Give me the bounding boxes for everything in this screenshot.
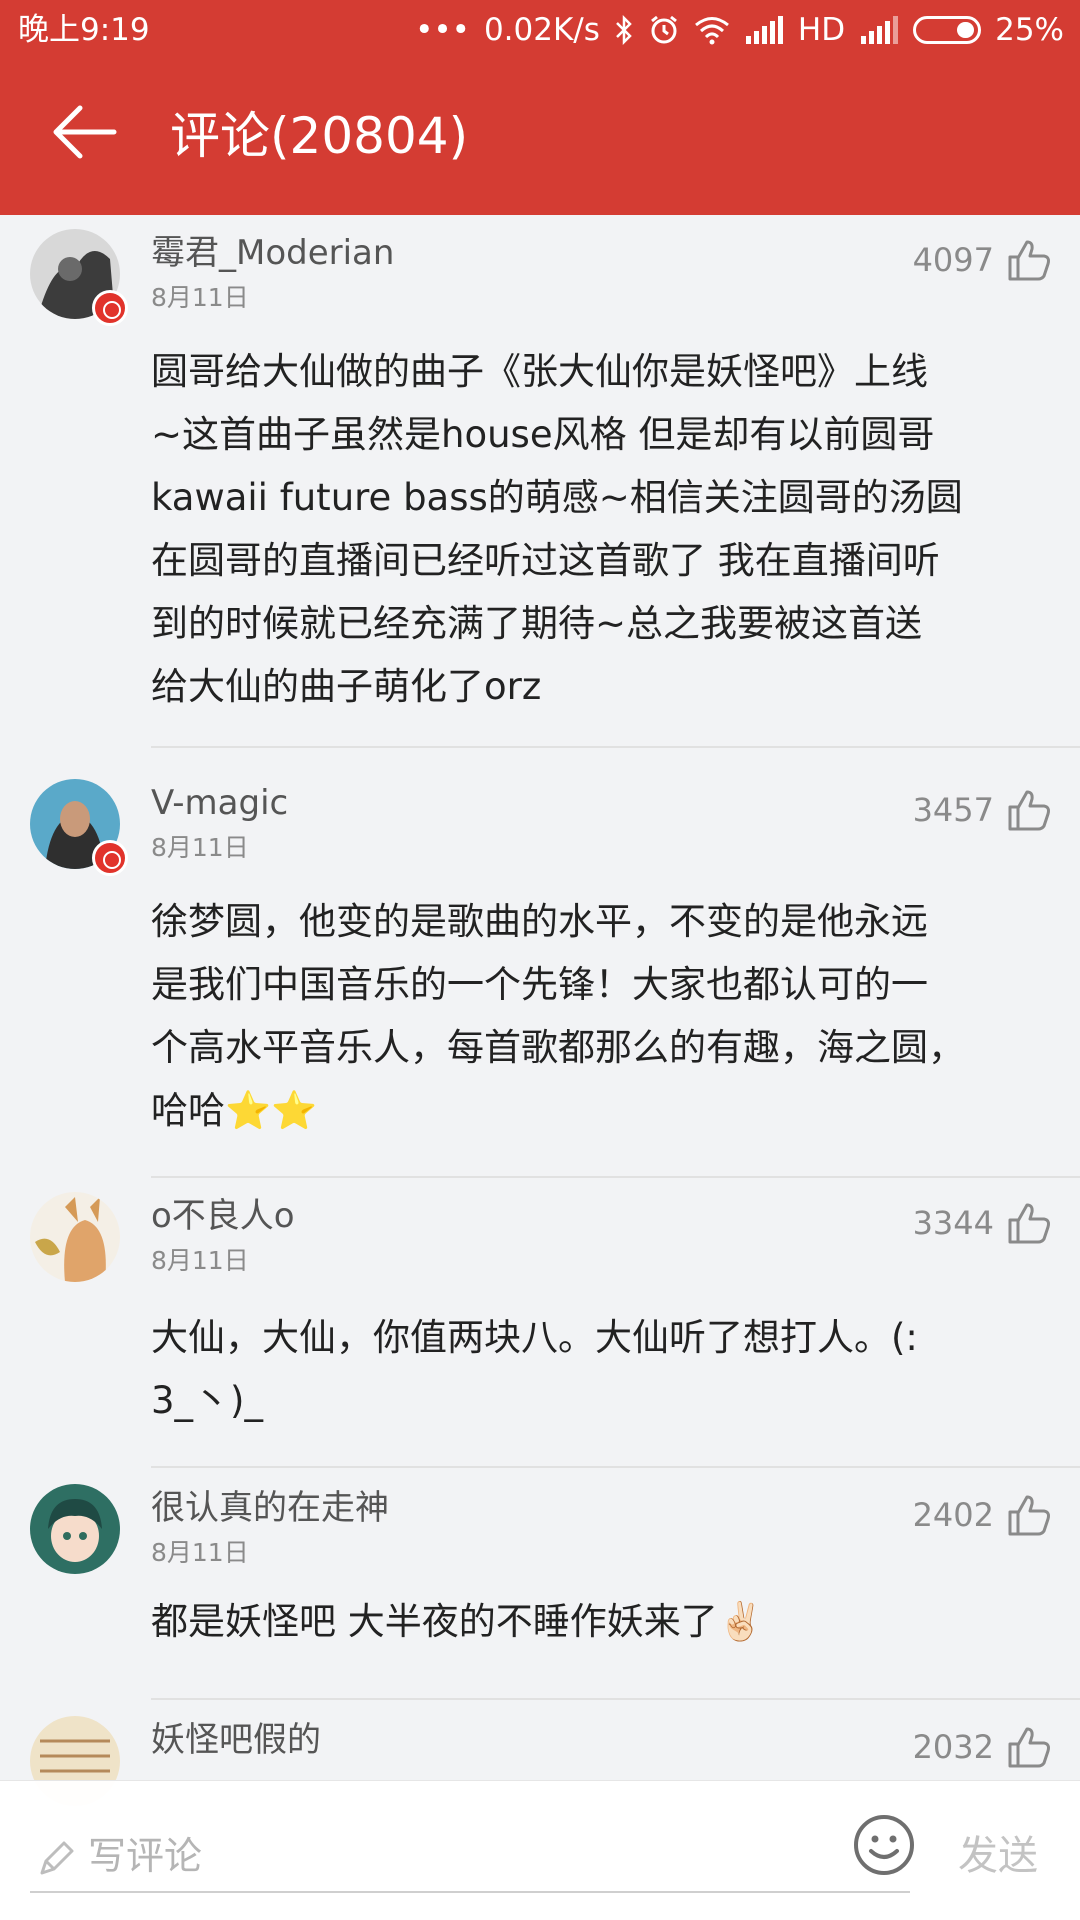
comment-line: kawaii future bass的萌感~相信关注圆哥的汤圆 (151, 476, 963, 519)
comment-line: 都是妖怪吧 大半夜的不睡作妖来了✌🏻 (151, 1600, 764, 1643)
comment-line: 圆哥给大仙做的曲子《张大仙你是妖怪吧》上线 (151, 350, 928, 393)
comment-date: 8月11日 (151, 833, 249, 862)
like-count: 3457 (912, 791, 994, 829)
comment-line: 哈哈⭐⭐ (151, 1089, 318, 1132)
comment-username[interactable]: 霉君_Moderian (151, 233, 394, 273)
avatar[interactable] (30, 1192, 120, 1282)
like-button[interactable]: 2032 (913, 1724, 1052, 1770)
like-count: 2032 (912, 1728, 994, 1766)
comment-text: 徐梦圆，他变的是歌曲的水平，不变的是他永远 是我们中国音乐的一个先锋！大家也都认… (151, 890, 1051, 1142)
status-time: 晚上9:19 (18, 12, 150, 48)
comment-line: 是我们中国音乐的一个先锋！大家也都认可的一 (151, 963, 928, 1006)
comment-line: 徐梦圆，他变的是歌曲的水平，不变的是他永远 (151, 900, 928, 943)
comment-text: 都是妖怪吧 大半夜的不睡作妖来了✌🏻 (151, 1590, 1051, 1653)
comment-date: 8月11日 (151, 1246, 249, 1275)
divider (151, 1698, 1080, 1700)
comment-line: 给大仙的曲子萌化了orz (151, 665, 542, 708)
emoji-icon[interactable] (852, 1813, 916, 1877)
comment-line: 个高水平音乐人，每首歌都那么的有趣，海之圆， (151, 1026, 965, 1069)
comment-item: V-magic 8月11日 3457 徐梦圆，他变的是歌曲的水平，不变的是他永远… (0, 765, 1080, 1178)
signal-2-icon (861, 16, 899, 44)
network-speed: 0.02K/s (483, 12, 600, 48)
like-count: 4097 (912, 241, 994, 279)
thumbs-up-icon (1008, 1203, 1050, 1244)
app-header: 晚上9:19 ••• 0.02K/s HD 25% 评论(20804) (0, 0, 1080, 215)
status-icons: ••• 0.02K/s HD 25% (415, 0, 1064, 60)
comment-line: 在圆哥的直播间已经听过这首歌了 我在直播间听 (151, 539, 940, 582)
like-count: 2402 (912, 1496, 994, 1534)
like-button[interactable]: 3344 (913, 1200, 1052, 1246)
avatar[interactable] (30, 1484, 120, 1574)
send-button[interactable]: 发送 (958, 1823, 1038, 1881)
bluetooth-icon (616, 15, 632, 45)
signal-icon (745, 16, 783, 44)
comment-text: 圆哥给大仙做的曲子《张大仙你是妖怪吧》上线 ~这首曲子虽然是house风格 但是… (151, 340, 1051, 718)
comment-text: 大仙，大仙，你值两块八。大仙听了想打人。(: 3_丶)_ (151, 1306, 1051, 1432)
comment-username[interactable]: 很认真的在走神 (151, 1488, 389, 1528)
more-dots-icon: ••• (415, 12, 470, 48)
battery-icon (913, 16, 982, 44)
music-badge-icon (92, 290, 128, 326)
comment-username[interactable]: o不良人o (151, 1196, 295, 1236)
thumbs-up-icon (1008, 1727, 1050, 1768)
like-button[interactable]: 3457 (913, 787, 1052, 833)
comment-line: ~这首曲子虽然是house风格 但是却有以前圆哥 (151, 413, 935, 456)
comment-date: 8月11日 (151, 283, 249, 312)
comment-line: 大仙，大仙，你值两块八。大仙听了想打人。(: (151, 1316, 918, 1359)
comment-item: 很认真的在走神 8月11日 2402 都是妖怪吧 大半夜的不睡作妖来了✌🏻 (0, 1470, 1080, 1700)
pencil-icon (40, 1841, 74, 1875)
comment-username[interactable]: V-magic (151, 783, 288, 823)
thumbs-up-icon (1008, 790, 1050, 831)
hd-indicator: HD (797, 12, 846, 48)
comment-item: 霉君_Moderian 8月11日 4097 圆哥给大仙做的曲子《张大仙你是妖怪… (0, 215, 1080, 748)
music-badge-icon (92, 840, 128, 876)
alarm-icon (650, 15, 677, 44)
thumbs-up-icon (1008, 240, 1050, 281)
back-arrow-icon[interactable] (48, 102, 118, 162)
page-title: 评论(20804) (170, 107, 469, 165)
divider (151, 746, 1080, 748)
comment-line: 3_丶)_ (151, 1379, 263, 1422)
write-comment-input[interactable]: 写评论 (88, 1825, 202, 1880)
comment-date: 8月11日 (151, 1538, 249, 1567)
app-bar: 评论(20804) (0, 60, 1080, 215)
wifi-icon (694, 17, 729, 45)
divider (151, 1466, 1080, 1468)
battery-percent: 25% (995, 12, 1064, 48)
like-button[interactable]: 4097 (913, 237, 1052, 283)
input-underline (30, 1891, 910, 1893)
comment-username[interactable]: 妖怪吧假的 (151, 1720, 321, 1760)
comment-composer: 写评论 发送 (0, 1780, 1080, 1920)
like-count: 3344 (912, 1204, 994, 1242)
comment-item: o不良人o 8月11日 3344 大仙，大仙，你值两块八。大仙听了想打人。(: … (0, 1178, 1080, 1468)
comment-line: 到的时候就已经充满了期待~总之我要被这首送 (151, 602, 923, 645)
status-bar: 晚上9:19 ••• 0.02K/s HD 25% (0, 0, 1080, 60)
like-button[interactable]: 2402 (913, 1492, 1052, 1538)
thumbs-up-icon (1008, 1495, 1050, 1536)
